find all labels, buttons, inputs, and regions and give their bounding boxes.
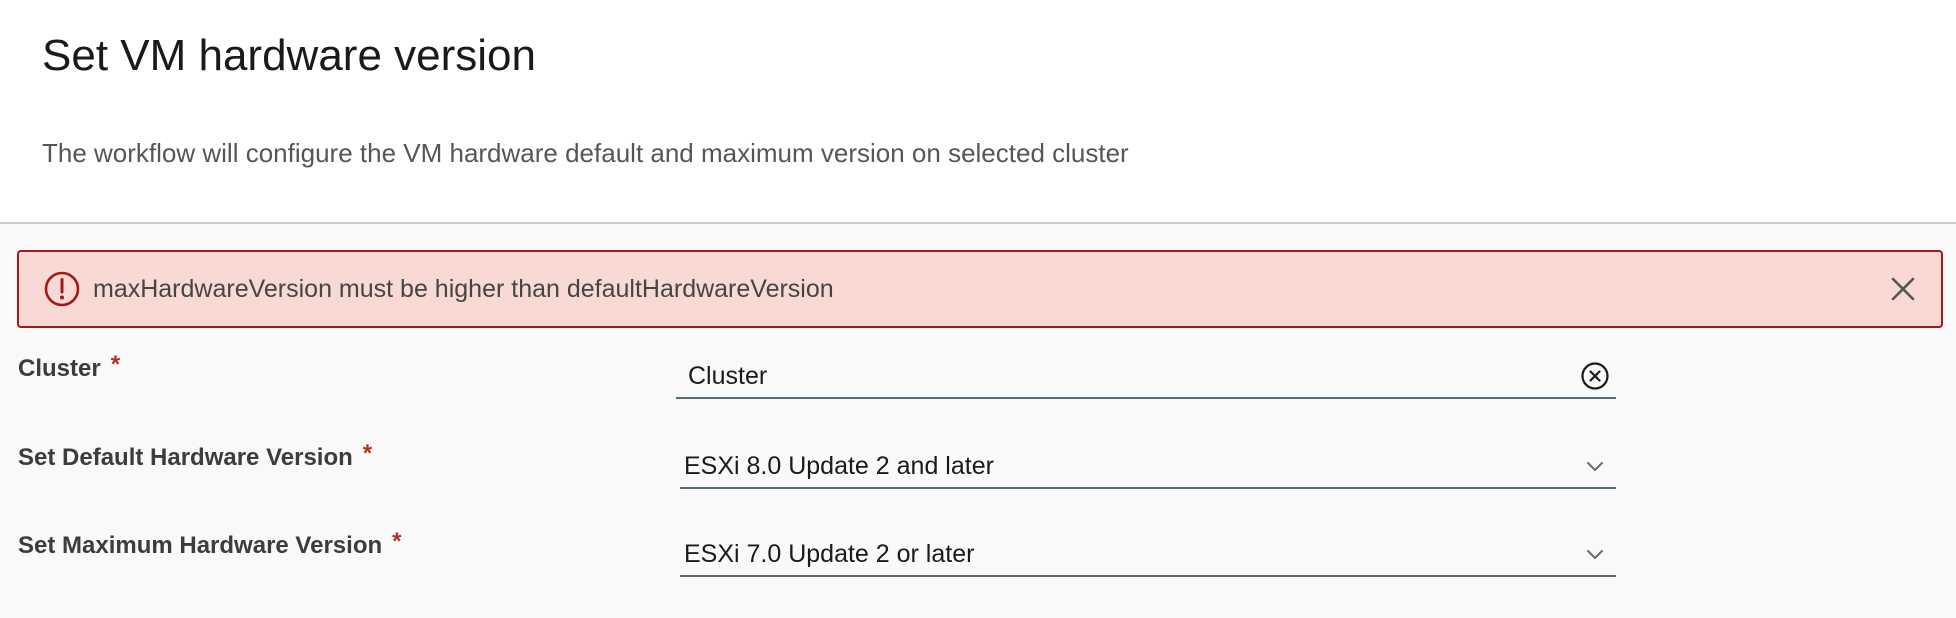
max-version-select[interactable]: ESXi 7.0 Update 2 or later bbox=[680, 533, 1616, 577]
page-description: The workflow will configure the VM hardw… bbox=[42, 138, 1129, 168]
default-version-select[interactable]: ESXi 8.0 Update 2 and later bbox=[680, 445, 1616, 489]
default-version-label-text: Set Default Hardware Version bbox=[18, 444, 353, 471]
alert-message: maxHardwareVersion must be higher than d… bbox=[93, 275, 834, 303]
required-marker: * bbox=[362, 440, 373, 467]
max-version-select-value: ESXi 7.0 Update 2 or later bbox=[684, 540, 975, 568]
page-title: Set VM hardware version bbox=[42, 31, 536, 80]
cluster-input-value: Cluster bbox=[688, 362, 768, 390]
workflow-form: maxHardwareVersion must be higher than d… bbox=[0, 224, 1956, 618]
exclamation-circle-icon bbox=[44, 271, 80, 307]
clear-circle-icon[interactable] bbox=[1580, 361, 1610, 391]
page-header: Set VM hardware version The workflow wil… bbox=[0, 0, 1956, 224]
chevron-down-icon[interactable] bbox=[1584, 455, 1606, 477]
max-version-label: Set Maximum Hardware Version * bbox=[18, 528, 402, 562]
error-alert: maxHardwareVersion must be higher than d… bbox=[17, 250, 1943, 328]
cluster-label: Cluster * bbox=[18, 351, 121, 385]
close-icon[interactable] bbox=[1885, 271, 1921, 307]
required-marker: * bbox=[392, 528, 402, 555]
cluster-label-text: Cluster bbox=[18, 355, 101, 382]
chevron-down-icon[interactable] bbox=[1584, 543, 1606, 565]
required-marker: * bbox=[110, 351, 121, 378]
default-version-select-value: ESXi 8.0 Update 2 and later bbox=[684, 452, 994, 480]
max-version-label-text: Set Maximum Hardware Version bbox=[18, 532, 383, 559]
default-version-label: Set Default Hardware Version * bbox=[18, 440, 373, 474]
cluster-input[interactable]: Cluster bbox=[676, 355, 1616, 399]
